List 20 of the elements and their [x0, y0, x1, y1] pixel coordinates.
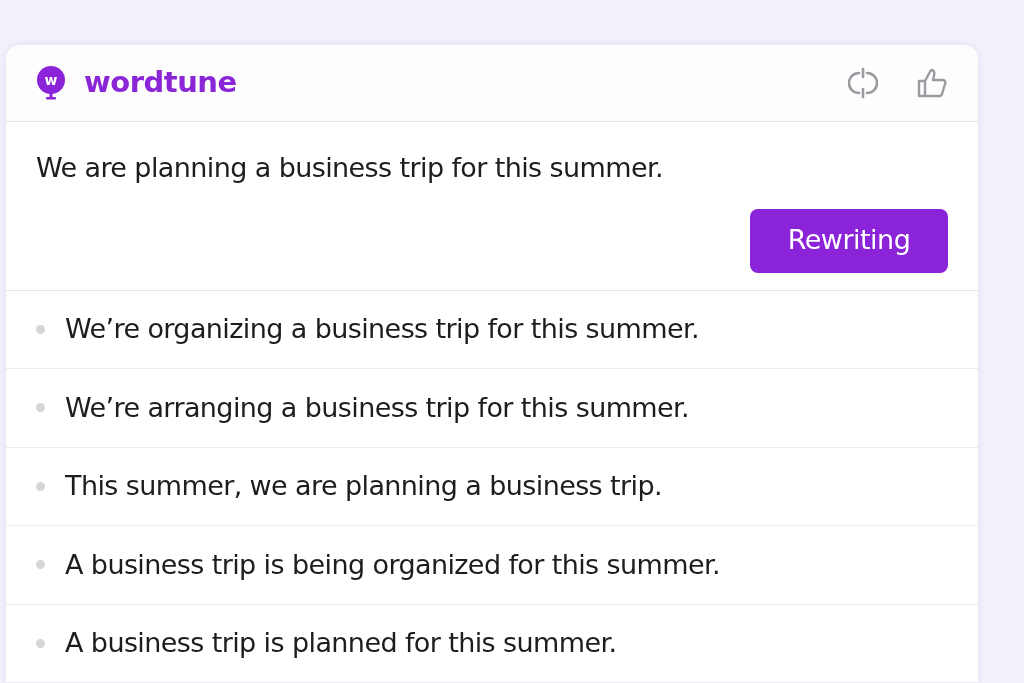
bullet-icon: [36, 403, 45, 413]
bullet-icon: [36, 638, 45, 648]
suggestion-row[interactable]: This summer, we are planning a business trip.: [6, 447, 978, 526]
suggestion-text: We’re arranging a business trip for this summer.: [65, 390, 690, 425]
suggestion-row[interactable]: A business trip is planned for this summer.: [6, 604, 978, 683]
suggestion-row[interactable]: We’re arranging a business trip for this summer.: [6, 369, 978, 448]
suggestion-text: A business trip is being organized for this summer.: [65, 547, 720, 582]
bullet-icon: [36, 481, 45, 491]
suggestion-text: This summer, we are planning a business trip.: [65, 469, 662, 503]
suggestion-text: We’re organizing a business trip for this summer.: [65, 312, 699, 346]
thumbs-up-icon[interactable]: [916, 67, 948, 99]
suggestion-text: A business trip is planned for this summer.: [65, 626, 617, 660]
rewriting-button[interactable]: Rewriting: [750, 208, 948, 273]
refresh-icon[interactable]: [848, 66, 878, 100]
suggestion-row[interactable]: A business trip is being organized for this summer.: [6, 526, 978, 605]
bullet-icon: [36, 324, 45, 334]
input-sentence: We are planning a business trip for this summer.: [36, 152, 663, 183]
bullet-icon: [36, 560, 45, 570]
brand-name: wordtune: [84, 64, 237, 102]
suggestion-row[interactable]: We’re organizing a business trip for this summer.: [6, 290, 978, 369]
